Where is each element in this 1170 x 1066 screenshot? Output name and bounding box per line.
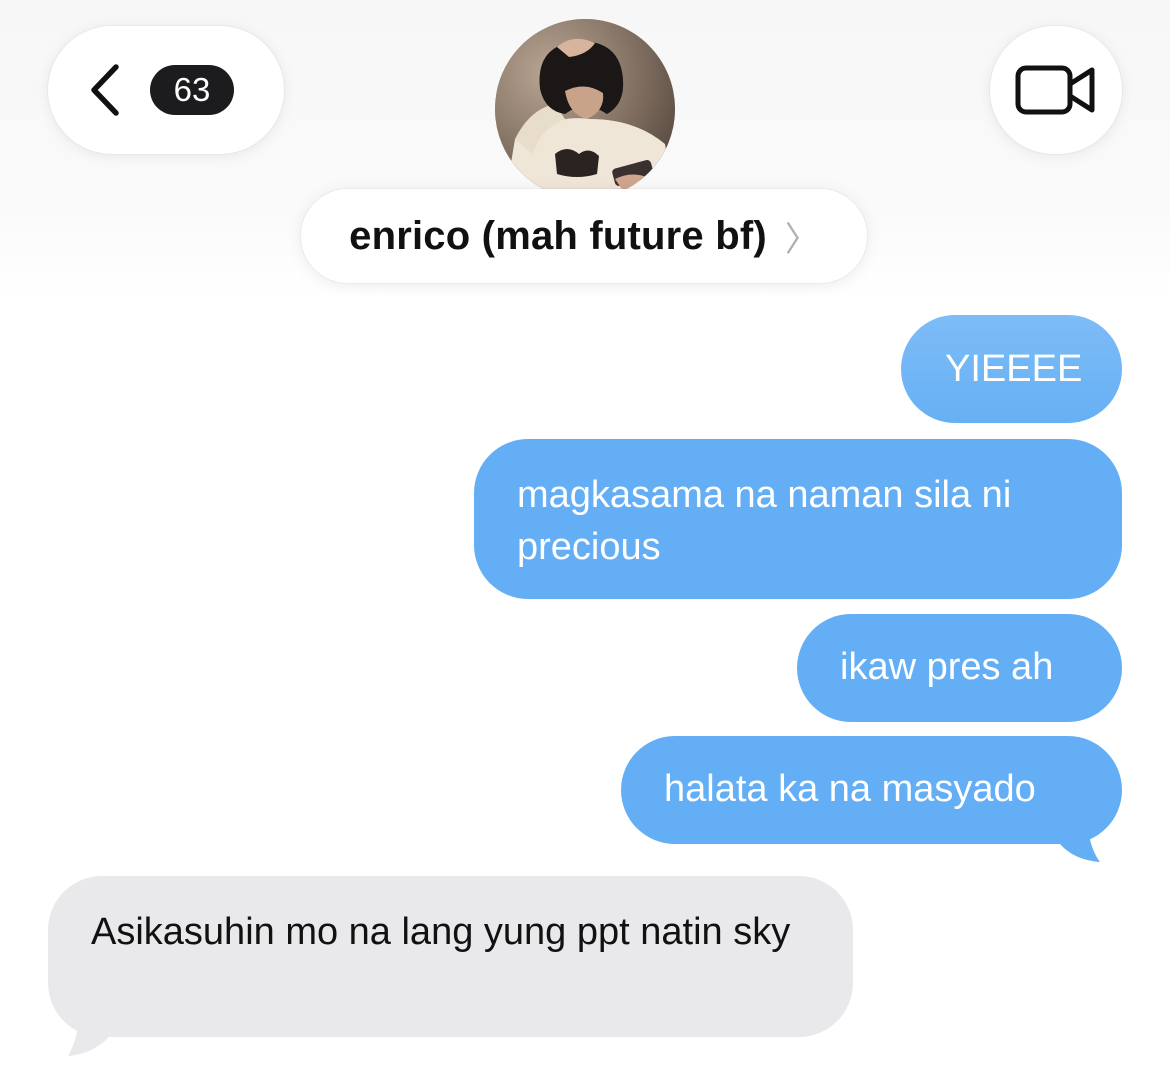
sent-message[interactable]: ikaw pres ah — [797, 614, 1122, 722]
chevron-right-icon: 〉 — [784, 220, 819, 259]
sent-message[interactable]: magkasama na naman sila ni precious — [474, 439, 1122, 599]
chevron-left-icon — [91, 64, 119, 116]
contact-name: enrico (mah future bf) — [349, 213, 767, 258]
received-bubble-tail — [68, 1000, 108, 1056]
sent-message[interactable]: halata ka na masyado — [621, 736, 1122, 844]
video-call-button[interactable] — [990, 26, 1122, 154]
video-camera-icon — [1015, 65, 1095, 115]
sent-bubble-tail — [1060, 800, 1100, 862]
back-button[interactable]: 63 — [48, 26, 284, 154]
sent-message[interactable]: YIEEEE — [901, 315, 1122, 423]
unread-count-badge: 63 — [150, 65, 234, 115]
avatar-photo — [495, 19, 675, 199]
contact-avatar[interactable] — [495, 19, 675, 199]
contact-name-button[interactable]: enrico (mah future bf) 〉 — [301, 189, 867, 283]
received-message[interactable]: Asikasuhin mo na lang yung ppt natin sky — [48, 876, 853, 1037]
